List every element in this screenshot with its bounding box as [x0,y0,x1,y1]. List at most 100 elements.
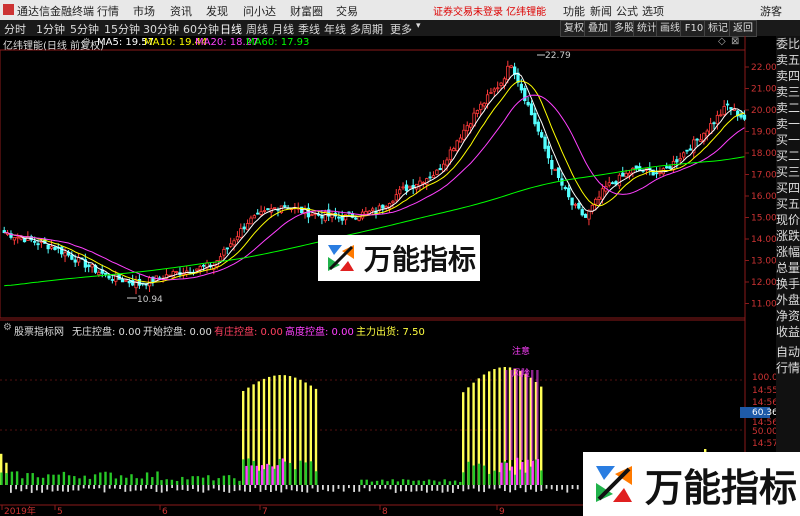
sidebar-label-7[interactable]: 买二 [776,148,800,164]
indicator-white-bar [25,485,28,490]
price-tick-label: 12.00 [751,278,777,288]
candle-body [698,139,703,142]
risk-label: 风险 [512,367,530,379]
sidebar-label-3[interactable]: 卖三 [776,84,800,100]
indicator-green-bar [448,481,452,485]
indicator-green-bar [438,481,441,485]
candle-body [46,244,50,250]
indicator-white-bar [405,485,407,492]
indicator-green-bar [175,480,179,485]
indicator-white-bar [478,485,480,492]
sidebar-label-20[interactable]: 行情 [776,360,800,376]
indicator-green-bar [47,474,50,485]
indicator-green-bar [360,479,363,485]
indicator-white-bar [181,485,184,490]
candle-body [438,168,442,171]
sidebar-label-2[interactable]: 卖四 [776,68,800,84]
sidebar-label-12[interactable]: 涨跌 [776,228,800,244]
indicator-white-bar [290,485,293,491]
sidebar-label-4[interactable]: 卖二 [776,100,800,116]
candle-body [198,265,202,270]
settings-gear-icon[interactable]: ⚙ [82,37,91,48]
candle-body [127,281,131,284]
indicator-white-bar [457,485,459,489]
indicator-green-bar [67,475,71,485]
indicator-white-bar [530,485,532,490]
indicator-green-bar [443,479,446,485]
candle-body [729,107,733,110]
sidebar-label-8[interactable]: 买三 [776,164,800,180]
sidebar-label-11[interactable]: 现价 [776,212,800,228]
indicator-green-bar [181,476,184,485]
candle-body [678,158,682,161]
price-tick-label: 11.00 [751,300,777,310]
indicator-pink-bar [531,460,534,485]
price-tick-label: 19.00 [751,128,777,138]
indicator-white-bar [535,485,537,492]
indicator-tick-label: 14:57 [752,439,778,449]
sidebar-label-14[interactable]: 总量 [776,260,800,276]
indicator-white-bar [67,485,69,492]
indicator-green-bar [119,475,123,485]
sidebar-label-5[interactable]: 卖一 [776,116,800,132]
date-tick-label: 2019年 [4,505,36,516]
sidebar-label-17[interactable]: 净资 [776,308,800,324]
candle-body [621,172,625,177]
candle-body [266,208,270,211]
indicator-green-bar [15,471,19,485]
indicator-tick-label: 14:56 [752,398,778,408]
indicator-pink-tall-bar [510,370,513,460]
candle-body [712,122,716,125]
indicator-white-bar [176,485,179,491]
indicator-green-bar [370,481,374,485]
candle-body [550,159,554,170]
indicator-white-bar [82,485,85,489]
indicator-green-bar [294,469,297,485]
indicator-white-bar [374,485,376,489]
date-tick-label: 6 [162,507,168,516]
indicator-pink-bar [526,459,529,485]
price-axis: 22.00 21.00 20.00 19.00 18.00 17.00 16.00 15.00… [745,63,777,310]
indicator-green-bar [427,479,431,485]
sidebar-label-10[interactable]: 买五 [776,196,800,212]
indicator-white-bar [332,485,335,492]
indicator-green-bar [407,479,410,485]
sidebar-label-13[interactable]: 涨幅 [776,244,800,260]
candle-body [536,121,540,132]
indicator-green-bar [170,479,174,485]
indicator-white-bar [436,485,439,491]
indicator-white-bar [134,485,137,491]
sidebar-label-16[interactable]: 外盘 [776,292,800,308]
candle-body [705,130,709,137]
candle-body [665,166,669,169]
sidebar-label-15[interactable]: 换手 [776,276,800,292]
close-icon[interactable]: ⊠ [731,36,739,47]
sidebar-label-0[interactable]: 委比 [776,36,800,52]
candle-body [428,176,432,179]
indicator-green-bar [5,473,8,485]
candle-body [398,189,402,195]
indicator-green-bar [453,480,457,485]
indicator-white-bar [519,485,522,489]
indicator-white-bar [368,485,371,492]
sidebar-label-6[interactable]: 买一 [776,132,800,148]
candle-body [634,165,638,169]
sidebar-label-18[interactable]: 收益 [776,324,800,340]
indicator-green-bar [462,472,465,485]
indicator-white-bar [145,485,147,489]
indicator-name[interactable]: 股票指标网 [14,323,64,338]
sidebar-label-19[interactable]: 自动 [776,344,800,360]
diamond-icon[interactable]: ◇ [718,36,726,47]
indicator-yellow-bar [540,386,543,485]
sidebar-label-1[interactable]: 卖五 [776,52,800,68]
indicator-settings-icon[interactable]: ⚙ [3,322,12,333]
indicator-pink-bar [245,465,248,485]
candle-body [482,102,486,107]
indicator-white-bar [77,485,80,491]
indicator-white-bar [228,485,231,493]
indicator-green-bar [493,470,496,485]
indicator-green-bar [10,471,14,485]
sidebar-label-9[interactable]: 买四 [776,180,800,196]
indicator-white-bar [524,485,527,493]
indicator-white-bar [311,485,314,489]
